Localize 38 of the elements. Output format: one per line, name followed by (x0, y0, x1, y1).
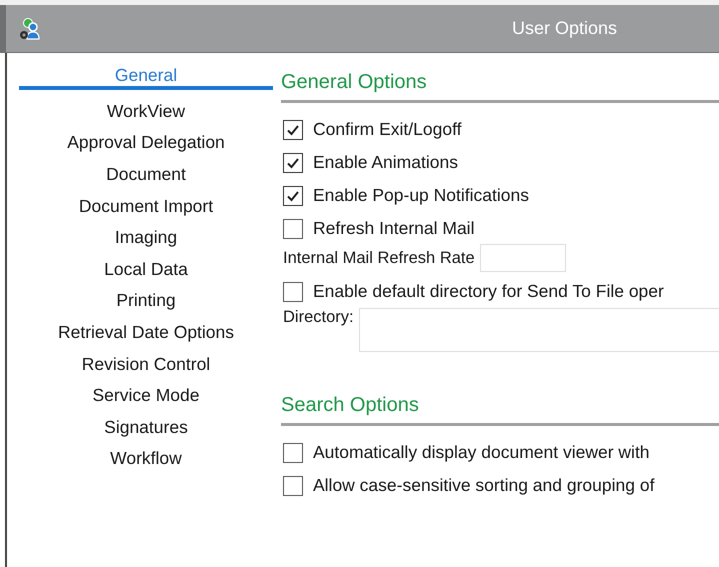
check-icon (286, 122, 300, 136)
field-label: Directory: (283, 308, 354, 327)
sidebar-item[interactable]: Revision Control (19, 348, 273, 380)
sidebar-item[interactable]: Local Data (19, 254, 273, 286)
check-icon (286, 156, 300, 170)
section-heading: Search Options (281, 390, 719, 426)
sidebar-item[interactable]: Signatures (19, 412, 273, 444)
checkbox[interactable] (283, 442, 303, 462)
checkbox[interactable] (283, 476, 303, 496)
section-heading: General Options (281, 67, 719, 103)
checkbox[interactable] (283, 120, 303, 140)
users-gear-icon (18, 16, 42, 40)
checkbox-label: Enable Animations (313, 152, 458, 173)
checkbox[interactable] (283, 186, 303, 206)
checkbox-label: Confirm Exit/Logoff (313, 119, 462, 140)
sidebar-item[interactable]: Imaging (19, 222, 273, 254)
input-field[interactable] (358, 308, 719, 352)
checkbox[interactable] (283, 152, 303, 172)
checkbox-label: Enable default directory for Send To File oper (313, 281, 664, 302)
checkbox-label: Enable Pop-up Notifications (313, 185, 529, 206)
sidebar-item[interactable]: Document Import (19, 190, 273, 222)
sidebar-item[interactable]: Document (19, 158, 273, 190)
input-field[interactable] (480, 244, 566, 272)
sidebar-item[interactable]: Service Mode (19, 380, 273, 412)
window-title: User Options (512, 18, 618, 39)
sidebar-item[interactable]: WorkView (19, 96, 273, 128)
checkbox-label: Refresh Internal Mail (313, 218, 474, 239)
check-icon (286, 188, 300, 202)
checkbox-label: Allow case-sensitive sorting and grouping of (313, 475, 654, 496)
field-label: Internal Mail Refresh Rate (283, 248, 475, 268)
sidebar-item[interactable]: Workflow (19, 443, 273, 475)
checkbox-label: Automatically display document viewer with (313, 442, 650, 463)
sidebar-item[interactable]: Retrieval Date Options (19, 316, 273, 348)
checkbox[interactable] (283, 218, 303, 238)
sidebar-item[interactable]: Printing (19, 285, 273, 317)
sidebar-item[interactable]: Approval Delegation (19, 127, 273, 159)
checkbox[interactable] (283, 282, 303, 302)
sidebar-item[interactable]: General (19, 64, 273, 90)
